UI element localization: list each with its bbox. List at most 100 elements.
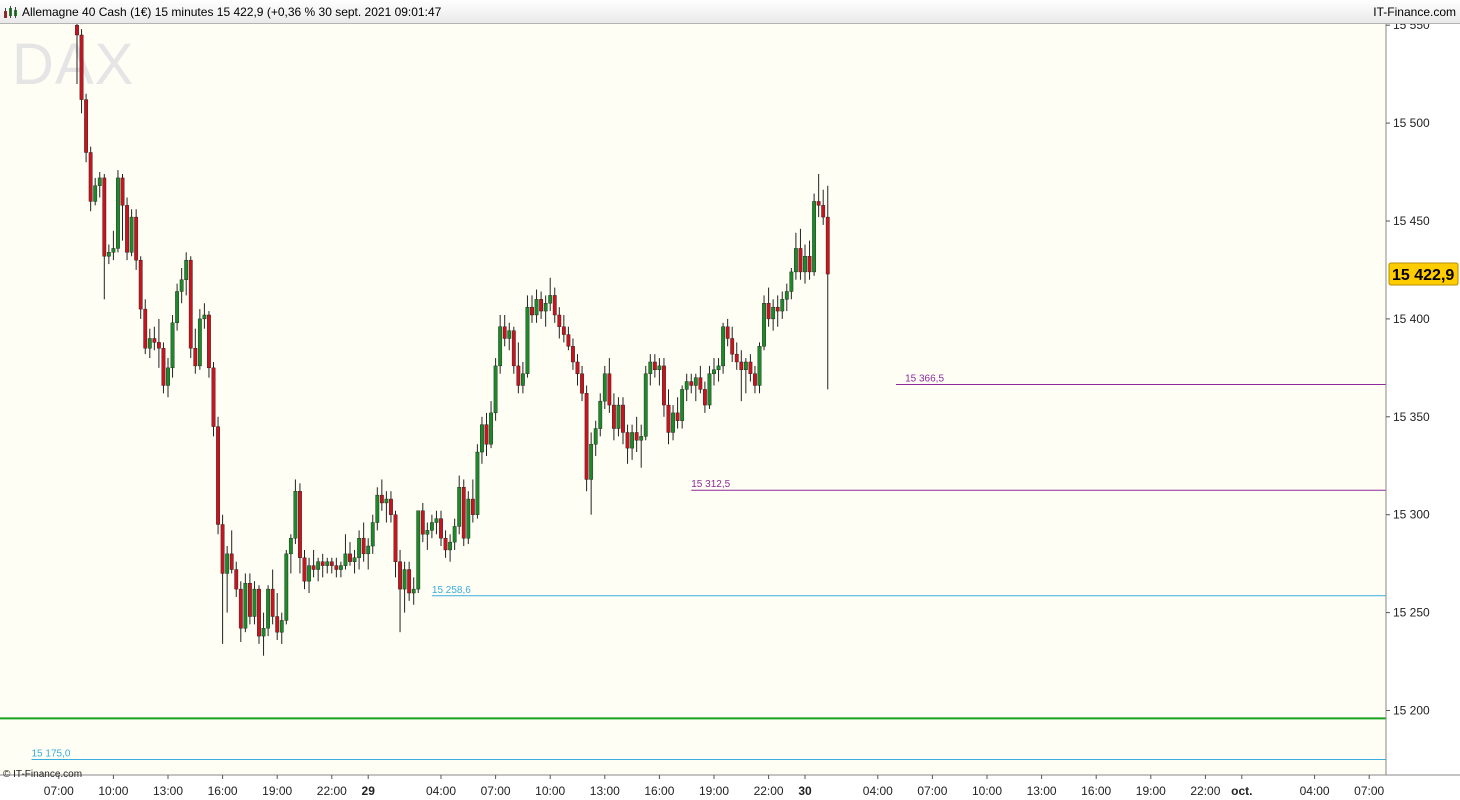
candle-body xyxy=(147,338,152,349)
candle-body xyxy=(234,569,239,590)
candle-body xyxy=(457,487,462,527)
candle-body xyxy=(106,252,111,257)
x-tick-label: 22:00 xyxy=(754,784,784,798)
candle-body xyxy=(443,537,448,551)
candle-body xyxy=(807,256,812,273)
x-tick-label: oct. xyxy=(1231,784,1252,798)
candle-body xyxy=(129,216,134,253)
candle-body xyxy=(607,373,612,406)
candle xyxy=(216,416,220,535)
candle-body xyxy=(393,514,398,562)
window-titlebar: Allemagne 40 Cash (1€) 15 minutes 15 422… xyxy=(0,0,1460,24)
candle-body xyxy=(320,561,325,566)
x-tick-label: 16:00 xyxy=(644,784,674,798)
candle xyxy=(88,146,93,212)
x-tick-label: 04:00 xyxy=(1300,784,1330,798)
candle-body xyxy=(725,326,730,339)
candle-body xyxy=(675,412,680,421)
candle-body xyxy=(625,432,630,449)
x-tick-label: 10:00 xyxy=(98,784,128,798)
x-tick-label: 07:00 xyxy=(481,784,511,798)
candle xyxy=(125,197,129,261)
candle-body xyxy=(279,620,284,633)
x-tick-label: 13:00 xyxy=(153,784,183,798)
candle-body xyxy=(243,583,248,629)
last-price-badge: 15 422,9 xyxy=(1388,262,1459,286)
candle-body xyxy=(193,348,198,367)
x-tick-label: 19:00 xyxy=(262,784,292,798)
candle-body xyxy=(120,177,125,206)
x-tick-label: 19:00 xyxy=(699,784,729,798)
candle-body xyxy=(593,428,598,445)
brand-link[interactable]: IT-Finance.com xyxy=(1373,5,1456,19)
candle-body xyxy=(79,34,84,100)
candle-body xyxy=(138,259,143,310)
candle-body xyxy=(825,216,830,275)
level-label: 15 366,5 xyxy=(905,373,944,384)
candle-body xyxy=(329,561,334,566)
x-tick-label: 29 xyxy=(362,784,376,798)
candle-body xyxy=(407,569,412,594)
candle-body xyxy=(266,588,270,629)
candle-body xyxy=(766,303,771,320)
candle-body xyxy=(580,373,584,394)
candle-body xyxy=(762,303,766,347)
candle xyxy=(493,358,498,421)
candle-body xyxy=(211,367,216,427)
candle-body xyxy=(238,588,243,629)
candle-body xyxy=(480,424,484,453)
candle-body xyxy=(470,498,475,515)
candle-body xyxy=(666,404,671,433)
candle-body xyxy=(543,303,548,312)
candle-body xyxy=(794,248,798,273)
candle-body xyxy=(712,369,716,374)
candle-body xyxy=(466,498,471,539)
candle-body xyxy=(698,377,703,390)
candle-body xyxy=(561,326,566,335)
candle xyxy=(84,93,89,163)
candle xyxy=(762,295,766,351)
y-tick-label: 15 450 xyxy=(1393,214,1430,228)
candle-body xyxy=(616,404,621,429)
candle-body xyxy=(156,342,161,349)
candle-body xyxy=(75,25,79,36)
candle xyxy=(475,444,480,519)
candle-body xyxy=(143,308,148,349)
window-title: Allemagne 40 Cash (1€) 15 minutes 15 422… xyxy=(22,5,442,19)
candle-body xyxy=(97,177,102,186)
candle-body xyxy=(216,426,220,525)
candle-body xyxy=(812,201,817,273)
x-tick-label: 10:00 xyxy=(535,784,565,798)
candle-body xyxy=(734,353,739,363)
candle-body xyxy=(270,588,275,617)
candle xyxy=(757,342,762,394)
candle-body xyxy=(420,510,425,535)
candle-body xyxy=(398,561,402,590)
candle xyxy=(584,385,589,492)
candle-body xyxy=(366,545,371,555)
level-label: 15 258,6 xyxy=(432,585,471,596)
candle-body xyxy=(739,361,744,371)
candle xyxy=(266,585,270,637)
candle-body xyxy=(630,432,635,449)
candle-body xyxy=(643,373,648,437)
candle-body xyxy=(175,291,179,324)
candle-body xyxy=(325,561,330,566)
candle-body xyxy=(188,259,193,349)
candle-body xyxy=(379,494,384,504)
plot-area[interactable] xyxy=(0,24,1386,775)
candle-body xyxy=(439,518,443,539)
candlestick-chart[interactable]: DAX 15 366,5 15 312,5 15 258,6 15 175,0 15 … xyxy=(0,24,1460,800)
y-axis-area[interactable] xyxy=(1386,24,1460,775)
candle-body xyxy=(502,326,507,339)
candle-body xyxy=(261,628,266,637)
candle-body xyxy=(452,526,457,543)
candle-body xyxy=(548,295,553,304)
candle-body xyxy=(229,553,234,570)
candle-body xyxy=(575,361,580,374)
candle-body xyxy=(598,400,603,429)
candle-body xyxy=(88,152,93,202)
candle-body xyxy=(307,565,311,582)
candle-body xyxy=(657,365,662,371)
candle-body xyxy=(707,373,712,406)
